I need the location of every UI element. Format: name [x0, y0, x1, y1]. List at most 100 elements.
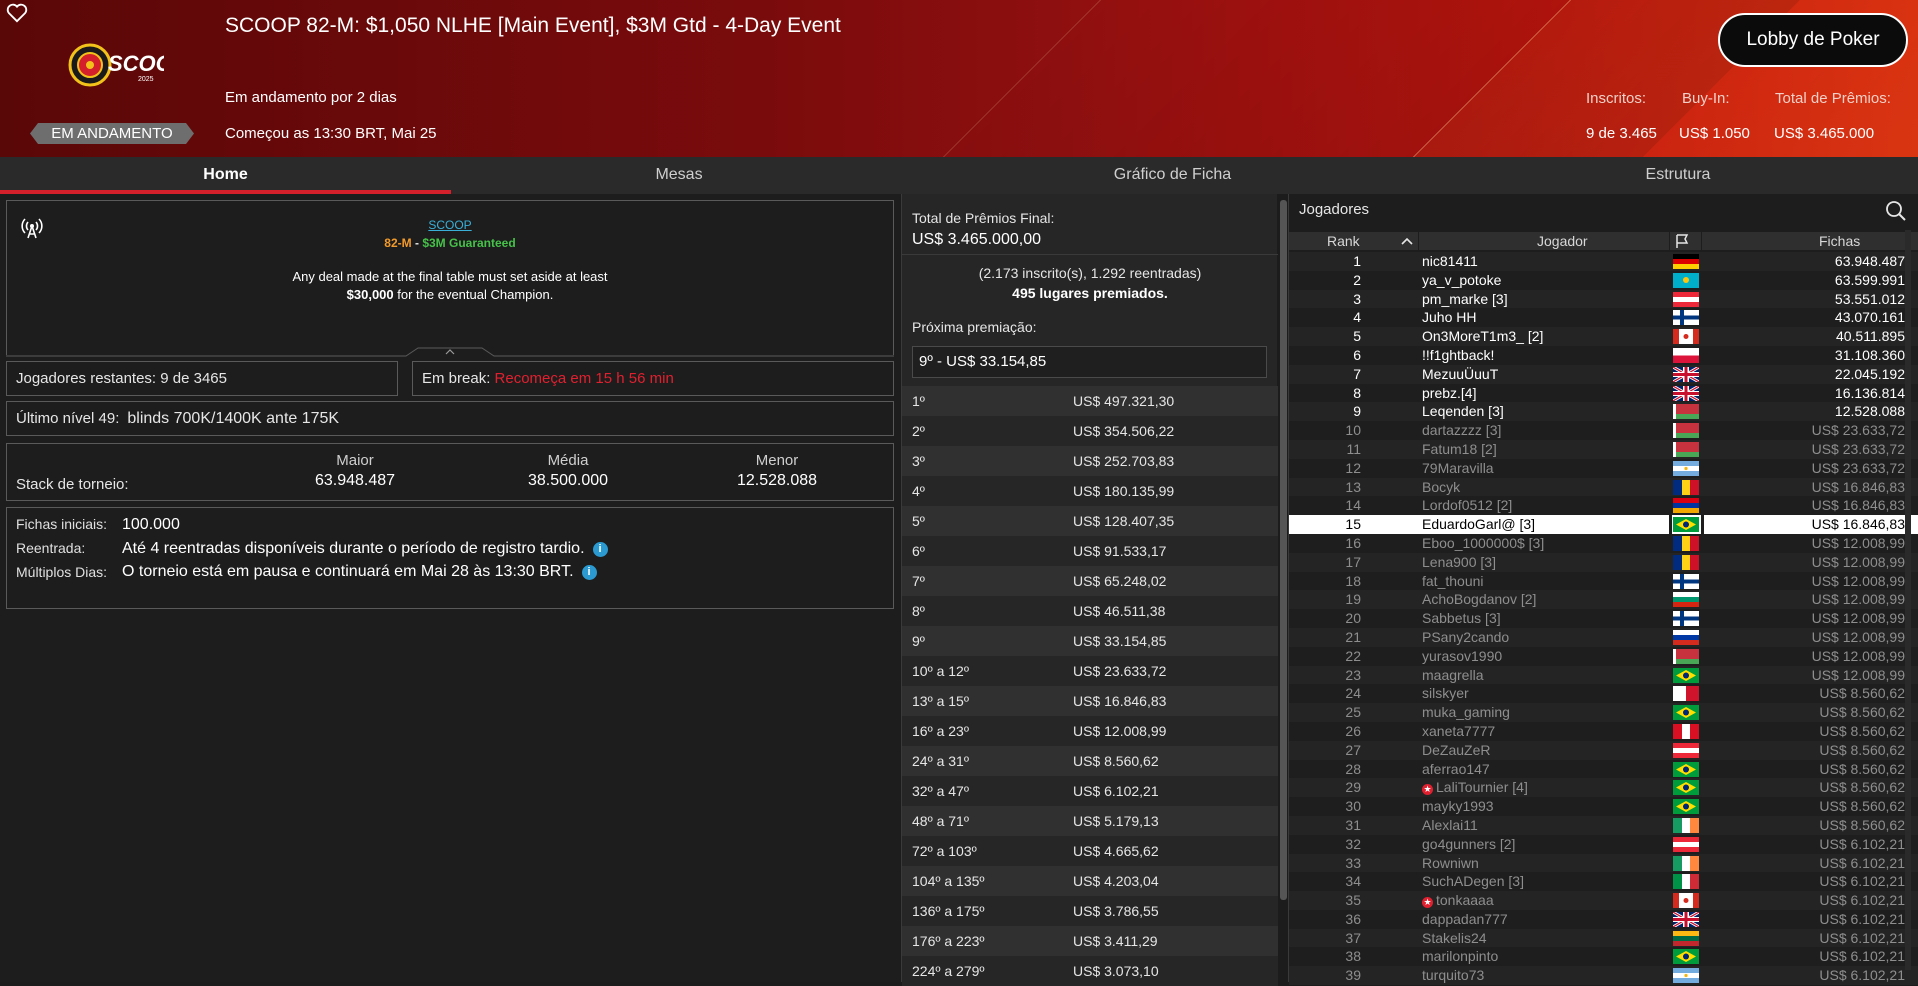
player-row[interactable]: 36 dappadan777 US$ 6.102,21 [1289, 909, 1918, 929]
player-row[interactable]: 32 go4gunners [2] US$ 6.102,21 [1289, 834, 1918, 854]
player-row[interactable]: 14 Lordof0512 [2] US$ 16.846,83 [1289, 496, 1918, 516]
buyin-label: Buy-In: [1682, 90, 1730, 107]
player-rank: 14 [1345, 497, 1361, 514]
poker-lobby-button[interactable]: Lobby de Poker [1718, 13, 1908, 67]
player-row[interactable]: 28 aferrao147 US$ 8.560,62 [1289, 759, 1918, 779]
country-flag-icon [1673, 498, 1699, 514]
player-row[interactable]: 37 Stakelis24 US$ 6.102,21 [1289, 928, 1918, 948]
tab-tables[interactable]: Mesas [451, 157, 907, 194]
payout-amount: US$ 5.179,13 [1073, 813, 1159, 829]
player-name: dartazzzz [3] [1422, 421, 1501, 440]
heart-icon[interactable] [6, 3, 30, 25]
player-row[interactable]: 31 Alexlai11 US$ 8.560,62 [1289, 815, 1918, 835]
player-row[interactable]: 33 Rowniwn US$ 6.102,21 [1289, 853, 1918, 873]
player-row[interactable]: 16 Eboo_1000000$ [3] US$ 12.008,99 [1289, 533, 1918, 553]
info-icon[interactable]: i [581, 565, 597, 580]
prize-scrollbar[interactable] [1280, 200, 1287, 900]
stack-smallest-header: Menor [755, 452, 799, 469]
player-row[interactable]: 24 silskyer US$ 8.560,62 [1289, 684, 1918, 704]
player-chips: US$ 6.102,21 [1819, 967, 1905, 984]
chips-column-header[interactable]: Fichas [1819, 232, 1860, 250]
country-flag-icon [1673, 705, 1699, 721]
player-row[interactable]: 2 ya_v_potoke 63.599.991 [1289, 270, 1918, 290]
buyin-value: US$ 1.050 [1679, 125, 1750, 142]
player-rank: 15 [1345, 516, 1361, 533]
country-flag-icon [1673, 291, 1699, 307]
player-row[interactable]: 39 turquito73 US$ 6.102,21 [1289, 966, 1918, 986]
country-flag-icon [1673, 479, 1699, 495]
payout-amount: US$ 16.846,83 [1073, 693, 1167, 709]
country-flag-icon [1673, 893, 1699, 909]
player-row[interactable]: 10 dartazzzz [3] US$ 23.633,72 [1289, 421, 1918, 440]
player-row[interactable]: 22 yurasov1990 US$ 12.008,99 [1289, 646, 1918, 666]
running-time: Em andamento por 2 dias [225, 89, 397, 106]
player-row[interactable]: 26 xaneta7777 US$ 8.560,62 [1289, 721, 1918, 741]
player-row[interactable]: 30 mayky1993 US$ 8.560,62 [1289, 797, 1918, 816]
player-rank: 32 [1345, 835, 1361, 852]
player-name: mayky1993 [1422, 797, 1494, 816]
payout-place: 136º a 175º [912, 903, 985, 919]
player-row[interactable]: 15 EduardoGarl@ [3] US$ 16.846,83 [1289, 515, 1918, 534]
player-row[interactable]: 12 79Maravilla US$ 23.633,72 [1289, 458, 1918, 478]
player-row[interactable]: 9 Leqenden [3] 12.528.088 [1289, 402, 1918, 422]
player-row[interactable]: 23 maagrella US$ 12.008,99 [1289, 665, 1918, 685]
player-row[interactable]: 11 Fatum18 [2] US$ 23.633,72 [1289, 439, 1918, 459]
player-chips: US$ 6.102,21 [1819, 892, 1905, 909]
search-icon[interactable] [1885, 200, 1907, 222]
player-chips: US$ 6.102,21 [1819, 835, 1905, 852]
player-chips: US$ 8.560,62 [1819, 685, 1905, 702]
tab-structure[interactable]: Estrutura [1438, 157, 1918, 194]
player-row[interactable]: 19 AchoBogdanov [2] US$ 12.008,99 [1289, 590, 1918, 610]
player-row[interactable]: 5 On3MoreT1m3_ [2] 40.511.895 [1289, 327, 1918, 346]
player-rank: 3 [1353, 290, 1361, 307]
country-flag-icon [1673, 366, 1699, 382]
player-column-header[interactable]: Jogador [1537, 232, 1588, 250]
tab-home[interactable]: Home [0, 157, 451, 194]
country-flag-icon [1673, 723, 1699, 739]
player-row[interactable]: 13 Bocyk US$ 16.846,83 [1289, 477, 1918, 497]
player-name: Fatum18 [2] [1422, 440, 1497, 459]
scoop-link[interactable]: SCOOP [7, 218, 893, 232]
player-chips: US$ 8.560,62 [1819, 704, 1905, 721]
player-row[interactable]: 27 DeZauZeR US$ 8.560,62 [1289, 740, 1918, 760]
payout-row: 9º US$ 33.154,85 [902, 626, 1278, 656]
player-name-text: DeZauZeR [1422, 741, 1491, 758]
payout-row: 6º US$ 91.533,17 [902, 536, 1278, 566]
player-name: EduardoGarl@ [3] [1422, 515, 1535, 534]
player-name: Alexlai11 [1422, 816, 1478, 835]
player-chips: US$ 12.008,99 [1811, 610, 1905, 627]
players-scrollbar[interactable] [1905, 230, 1911, 970]
collapse-handle[interactable] [6, 347, 894, 357]
player-row[interactable]: 25 muka_gaming US$ 8.560,62 [1289, 703, 1918, 722]
level-label: Último nível 49: [16, 410, 120, 427]
player-row[interactable]: 34 SuchADegen [3] US$ 6.102,21 [1289, 872, 1918, 892]
player-name: nic81411 [1422, 252, 1478, 271]
player-row[interactable]: 8 prebz.[4] 16.136.814 [1289, 383, 1918, 403]
info-icon[interactable]: i [592, 542, 608, 557]
player-row[interactable]: 6 !!f1ghtback! 31.108.360 [1289, 345, 1918, 365]
player-name: ★ tonkaaaa [1422, 891, 1494, 910]
tournament-title: SCOOP 82-M: $1,050 NLHE [Main Event], $3… [225, 14, 841, 37]
deal-note-line2: $30,000 for the eventual Champion. [7, 287, 893, 302]
country-flag-icon [1673, 968, 1699, 984]
player-name: aferrao147 [1422, 760, 1490, 779]
player-row[interactable]: 18 fat_thouni US$ 12.008,99 [1289, 571, 1918, 591]
player-row[interactable]: 1 nic81411 63.948.487 [1289, 252, 1918, 271]
player-row[interactable]: 17 Lena900 [3] US$ 12.008,99 [1289, 552, 1918, 572]
flag-icon[interactable] [1674, 233, 1690, 253]
payout-place: 8º [912, 603, 925, 619]
player-row[interactable]: 38 marilonpinto US$ 6.102,21 [1289, 947, 1918, 967]
player-row[interactable]: 35 ★ tonkaaaa US$ 6.102,21 [1289, 891, 1918, 910]
country-flag-icon [1673, 911, 1699, 927]
sort-up-icon[interactable] [1400, 232, 1414, 254]
player-row[interactable]: 21 PSany2cando US$ 12.008,99 [1289, 627, 1918, 647]
player-row[interactable]: 4 Juho HH 43.070.161 [1289, 308, 1918, 328]
player-row[interactable]: 20 Sabbetus [3] US$ 12.008,99 [1289, 609, 1918, 628]
player-row[interactable]: 3 pm_marke [3] 53.551.012 [1289, 289, 1918, 309]
tab-chip-chart[interactable]: Gráfico de Ficha [907, 157, 1438, 194]
player-row[interactable]: 7 MezuuÜuuT 22.045.192 [1289, 364, 1918, 384]
rank-column-header[interactable]: Rank [1327, 232, 1360, 250]
country-flag-icon [1673, 686, 1699, 702]
player-row[interactable]: 29 ★ LaliTournier [4] US$ 8.560,62 [1289, 778, 1918, 798]
column-divider [1669, 232, 1670, 250]
